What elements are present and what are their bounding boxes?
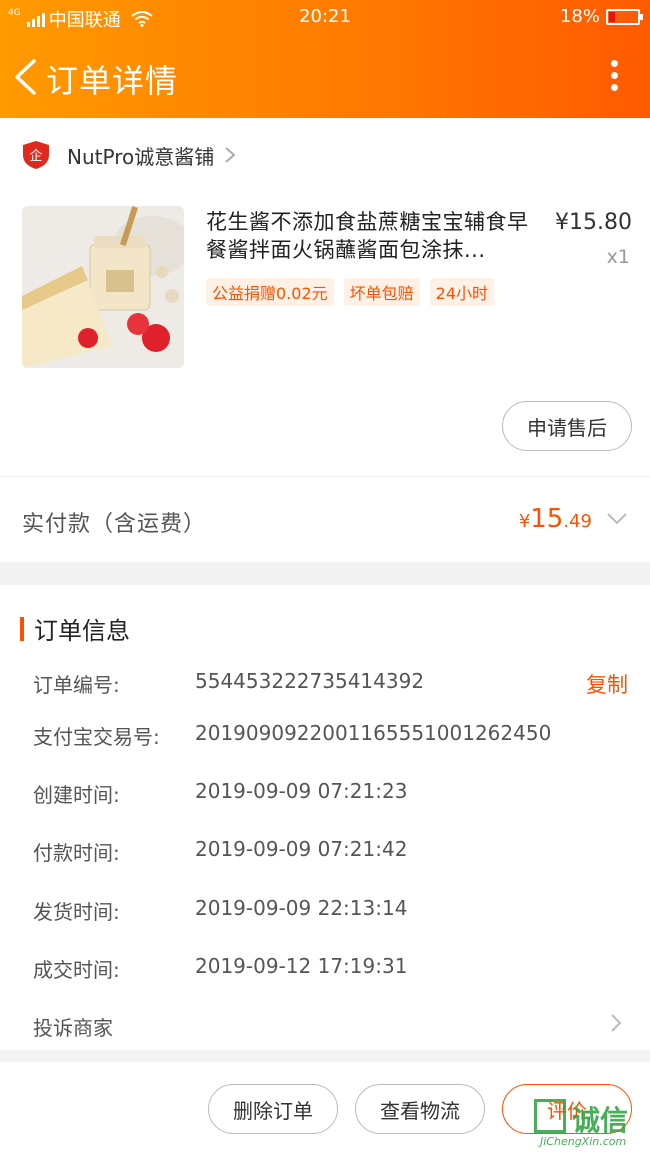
product-title[interactable]: 花生酱不添加食盐蔗糖宝宝辅食早餐酱拌面火锅蘸酱面包涂抹... [206,208,538,264]
order-info-title: 订单信息 [34,617,130,645]
created-time-value: 2019-09-09 07:21:23 [195,779,408,803]
created-time-label: 创建时间: [33,783,120,807]
page-title: 订单详情 [46,62,179,100]
service-tags: 公益捐赠0.02元 坏单包赔 24小时 [206,278,495,306]
tag-charity: 公益捐赠0.02元 [206,278,334,306]
header: 4G 中国联通 20:21 18% 订单详情 [0,0,650,118]
paid-time-value: 2019-09-09 07:21:42 [195,837,408,861]
after-sale-button[interactable]: 申请售后 [502,401,632,451]
completed-time-label: 成交时间: [33,958,120,982]
completed-time-value: 2019-09-12 17:19:31 [195,954,408,978]
order-number-label: 订单编号: [33,673,120,697]
chevron-left-icon[interactable] [12,58,38,96]
watermark-box [534,1099,566,1133]
order-info-heading: 订单信息 [20,611,130,646]
watermark-sub: JiChengXin.com [540,1135,627,1148]
complain-merchant-label: 投诉商家 [33,1016,113,1040]
product-photo [22,206,184,368]
enterprise-shield-icon: 企 [23,141,49,169]
accent-bar [20,616,24,641]
payment-label: 实付款（含运费） [22,512,207,537]
status-bar: 4G 中国联通 20:21 18% [0,0,650,34]
status-time: 20:21 [299,6,351,27]
product-image[interactable] [22,206,184,368]
delete-order-button[interactable]: 删除订单 [208,1084,338,1134]
order-number-value: 554453222735414392 [195,669,425,693]
shop-link[interactable]: 企 NutPro诚意酱铺 [22,140,236,170]
chevron-down-icon[interactable] [606,512,628,526]
tag-damage-compensation: 坏单包赔 [343,278,420,306]
nav-bar: 订单详情 [0,40,650,114]
product-price: ¥15.80 [555,210,632,235]
more-vertical-icon[interactable] [608,60,620,96]
alipay-trade-label: 支付宝交易号: [33,725,160,749]
payment-amount-int: 15 [530,504,564,534]
status-right: 18% [559,6,643,27]
payment-amount[interactable]: ¥15.49 [519,504,592,534]
payment-amount-dec: .49 [563,511,592,532]
chevron-right-icon [225,147,236,163]
payment-currency: ¥ [518,511,531,532]
view-logistics-button[interactable]: 查看物流 [355,1084,485,1134]
shipped-time-value: 2019-09-09 22:13:14 [195,896,408,920]
chevron-right-icon [611,1014,622,1032]
battery-percent: 18% [559,6,600,27]
watermark-text: 诚信 [572,1104,629,1137]
divider [0,476,650,477]
shop-name: NutPro诚意酱铺 [67,144,215,169]
watermark-logo: 诚信 JiChengXin.com [534,1099,646,1151]
tag-24h: 24小时 [429,278,495,306]
copy-button[interactable]: 复制 [586,669,628,699]
order-product-card: 企 NutPro诚意酱铺 花生酱不添加食盐蔗糖宝宝辅食早餐酱拌面火锅蘸酱面包涂抹… [0,118,650,562]
shop-badge-text: 企 [29,148,42,164]
alipay-trade-value: 2019090922001165551001262450 [195,721,552,745]
bottom-action-bar: 删除订单 查看物流 评价 诚信 JiChengXin.com [0,1062,650,1155]
order-info-card: 订单信息 订单编号: 554453222735414392 复制 支付宝交易号:… [0,585,650,1050]
battery-icon [606,8,643,25]
shipped-time-label: 发货时间: [33,900,120,924]
paid-time-label: 付款时间: [33,841,120,865]
product-quantity: x1 [606,246,630,268]
